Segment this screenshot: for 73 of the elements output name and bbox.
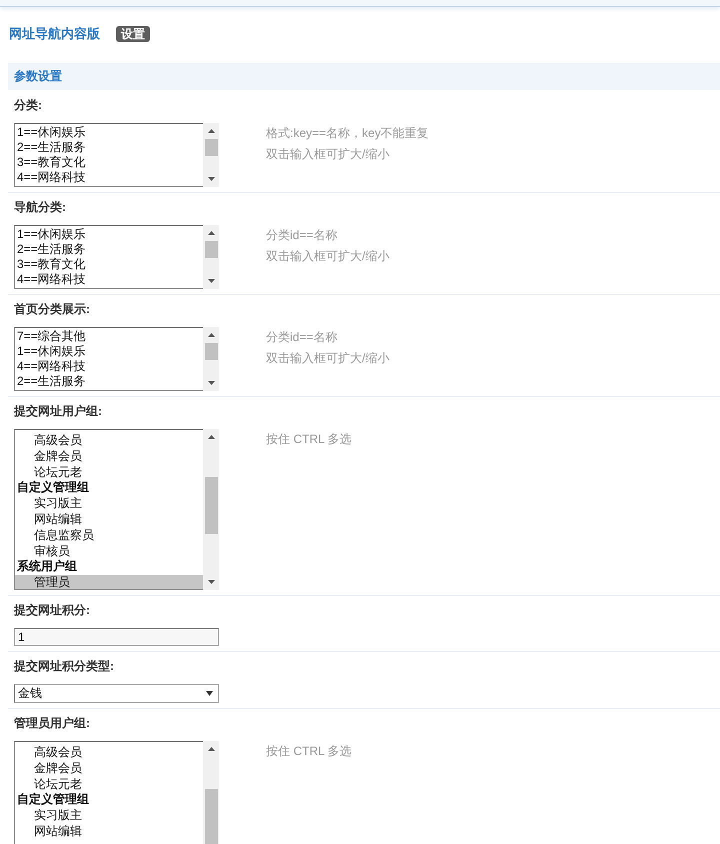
listbox-option[interactable]: 管理员 — [15, 575, 203, 589]
textarea-line: 4==网络科技 — [17, 272, 87, 287]
textarea-line: 7==综合其他 — [17, 329, 87, 344]
scrollbar[interactable] — [203, 741, 219, 844]
hint-text: 双击输入框可扩大/缩小 — [266, 350, 390, 367]
textarea-line: 2==生活服务 — [17, 140, 87, 155]
field-label: 导航分类: — [14, 199, 67, 216]
scroll-down-icon[interactable] — [208, 279, 214, 283]
listbox-option[interactable]: 高级会员 — [15, 745, 203, 761]
hint-text: 分类id==名称 — [266, 329, 338, 346]
input-field[interactable]: 1 — [14, 628, 219, 646]
listbox-option[interactable]: 金牌会员 — [15, 448, 203, 465]
listbox-option[interactable]: 实习版主 — [15, 496, 203, 512]
field-label: 管理员用户组: — [14, 715, 91, 732]
textarea-line: 1==休闲娱乐 — [17, 227, 87, 242]
caret-icon — [206, 691, 213, 696]
scroll-up-icon[interactable] — [208, 747, 214, 751]
textarea-line: 1==休闲娱乐 — [17, 125, 87, 140]
listbox-option[interactable]: 实习版主 — [15, 808, 203, 824]
scroll-down-icon[interactable] — [208, 177, 214, 181]
scroll-up-icon[interactable] — [208, 231, 214, 235]
scrollbar-thumb[interactable] — [205, 139, 218, 156]
textarea-line: 4==网络科技 — [17, 170, 87, 185]
scrollbar[interactable] — [203, 123, 219, 187]
listbox-group-label: 自定义管理组 — [16, 792, 90, 808]
scroll-down-icon[interactable] — [208, 580, 214, 584]
listbox-option[interactable]: 论坛元老 — [15, 776, 203, 792]
listbox-option[interactable]: 审核员 — [15, 544, 203, 560]
section-header: 参数设置 — [8, 63, 720, 90]
listbox-field[interactable]: 高级会员 金牌会员 论坛元老 自定义管理组 实习版主 网站编辑 信息监察员 审核员 系统用户组 管理员 — [14, 429, 219, 590]
field-label: 分类: — [14, 97, 43, 114]
hint-text: 双击输入框可扩大/缩小 — [266, 248, 390, 265]
hint-text: 双击输入框可扩大/缩小 — [266, 146, 390, 163]
field-label: 提交网址积分类型: — [14, 658, 115, 675]
listbox-group-label: 系统用户组 — [16, 559, 78, 576]
listbox-option[interactable]: 网站编辑 — [15, 512, 203, 528]
hint-text: 按住 CTRL 多选 — [266, 743, 352, 760]
textarea-field[interactable]: 1==休闲娱乐 2==生活服务 3==教育文化 4==网络科技 — [14, 225, 219, 289]
scrollbar-thumb[interactable] — [205, 477, 218, 534]
listbox-field[interactable]: 高级会员 金牌会员 论坛元老 自定义管理组 实习版主 网站编辑 — [14, 741, 219, 844]
scrollbar-thumb[interactable] — [205, 343, 218, 360]
listbox-option[interactable]: 论坛元老 — [15, 464, 203, 480]
textarea-line: 1==休闲娱乐 — [17, 344, 87, 359]
listbox-option[interactable]: 金牌会员 — [15, 760, 203, 777]
hint-text: 按住 CTRL 多选 — [266, 431, 352, 448]
scroll-up-icon[interactable] — [208, 333, 214, 337]
listbox-option[interactable]: 网站编辑 — [15, 824, 203, 840]
settings-badge: 设置 — [116, 26, 150, 42]
scrollbar[interactable] — [203, 225, 219, 289]
listbox-option[interactable]: 高级会员 — [15, 433, 203, 449]
textarea-field[interactable]: 7==综合其他 1==休闲娱乐 4==网络科技 2==生活服务 — [14, 327, 219, 391]
field-label: 提交网址用户组: — [14, 403, 103, 420]
scrollbar-thumb[interactable] — [205, 789, 218, 844]
select-dropdown[interactable]: 金钱 — [14, 684, 219, 703]
listbox-group-label: 自定义管理组 — [16, 480, 90, 496]
listbox-option[interactable]: 信息监察员 — [15, 528, 203, 544]
scroll-up-icon[interactable] — [208, 129, 214, 133]
hint-text: 格式:key==名称，key不能重复 — [266, 125, 429, 142]
field-label: 提交网址积分: — [14, 602, 91, 619]
textarea-field[interactable]: 1==休闲娱乐 2==生活服务 3==教育文化 4==网络科技 — [14, 123, 219, 187]
textarea-line: 3==教育文化 — [17, 155, 87, 170]
scroll-up-icon[interactable] — [208, 435, 214, 439]
textarea-line: 2==生活服务 — [17, 242, 87, 257]
field-label: 首页分类展示: — [14, 301, 91, 318]
page-title: 网址导航内容版 — [9, 26, 100, 42]
scrollbar-thumb[interactable] — [205, 241, 218, 258]
textarea-line: 3==教育文化 — [17, 257, 87, 272]
scrollbar[interactable] — [203, 429, 219, 590]
textarea-line: 2==生活服务 — [17, 374, 87, 389]
hint-text: 分类id==名称 — [266, 227, 338, 244]
textarea-line: 4==网络科技 — [17, 359, 87, 374]
scrollbar[interactable] — [203, 327, 219, 391]
scroll-down-icon[interactable] — [208, 381, 214, 385]
